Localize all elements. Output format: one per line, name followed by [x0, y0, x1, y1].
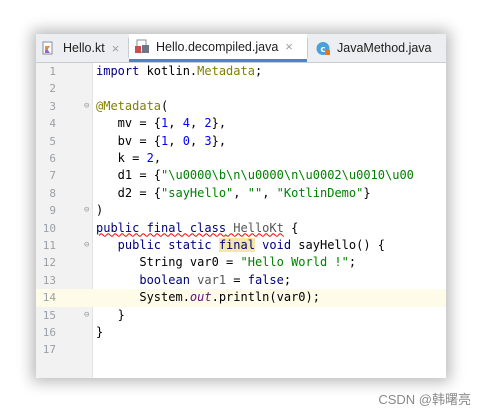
tab-divider: [307, 38, 308, 58]
line-number: 10: [42, 221, 56, 235]
code-line: 3 ⊖ @Metadata(: [36, 98, 446, 115]
line-number: 6: [49, 152, 56, 165]
line-number: 2: [49, 82, 56, 96]
fold-marker-icon[interactable]: ⊖: [84, 310, 91, 320]
line-number: 4: [49, 117, 56, 131]
code-line: 12 String var0 = "Hello World !";: [36, 254, 446, 271]
code-line: 2: [36, 80, 446, 97]
code-line: 17: [36, 341, 446, 358]
line-number: 11: [42, 239, 56, 252]
code-line: 9 ⊖ ): [36, 202, 446, 219]
code-line: 16 }: [36, 324, 446, 341]
code-line: 13 boolean var1 = false;: [36, 272, 446, 289]
line-number: 8: [49, 186, 56, 200]
svg-text:c: c: [320, 45, 325, 55]
code-line-current: 14 System.out.println(var0);: [36, 289, 446, 307]
code-line: 15 ⊖ }: [36, 307, 446, 324]
line-number: 1: [49, 65, 56, 78]
code-line: 4 mv = {1, 4, 2},: [36, 115, 446, 132]
code-line: 6 k = 2,: [36, 150, 446, 167]
code-line: 11 ⊖ public static final void sayHello()…: [36, 237, 446, 254]
line-number: 15: [42, 308, 56, 322]
line-number: 16: [42, 326, 56, 339]
line-number: 9: [49, 204, 56, 218]
tab-label: Hello.kt: [63, 41, 105, 55]
code-line: 5 bv = {1, 0, 3},: [36, 133, 446, 150]
java-class-icon: c: [316, 41, 331, 56]
line-number: 14: [42, 291, 56, 305]
code-line: 1 import kotlin.Metadata;: [36, 63, 446, 80]
line-number: 7: [49, 169, 56, 183]
code-editor[interactable]: 1 import kotlin.Metadata; 2 3 ⊖ @Metadat…: [36, 63, 446, 378]
code-line: 8 d2 = {"sayHello", "", "KotlinDemo"}: [36, 185, 446, 202]
editor-tab-bar: Hello.kt × Hello.decompiled.java × c Jav…: [36, 34, 446, 63]
line-number: 13: [42, 273, 56, 287]
code-line: 10 public final class HelloKt {: [36, 220, 446, 237]
ide-window: Hello.kt × Hello.decompiled.java × c Jav…: [36, 34, 446, 378]
fold-marker-icon[interactable]: ⊖: [84, 206, 91, 215]
fold-marker-icon[interactable]: ⊖: [84, 101, 91, 111]
java-decompiled-file-icon: [135, 39, 150, 54]
code-line: 7 d1 = {"\u0000\b\n\u0000\n\u0002\u0010\…: [36, 167, 446, 184]
tab-hello-decompiled-java[interactable]: Hello.decompiled.java ×: [129, 34, 307, 62]
line-number: 12: [42, 256, 56, 270]
line-number: 3: [49, 99, 56, 113]
tab-java-method-java[interactable]: c JavaMethod.java: [310, 34, 446, 62]
kotlin-file-icon: [42, 41, 57, 56]
tab-hello-kt[interactable]: Hello.kt ×: [36, 34, 128, 62]
line-number: 17: [42, 343, 56, 357]
close-icon[interactable]: ×: [112, 41, 120, 56]
close-icon[interactable]: ×: [285, 39, 293, 54]
tab-label: JavaMethod.java: [337, 41, 432, 55]
tab-label: Hello.decompiled.java: [156, 39, 279, 54]
fold-marker-icon[interactable]: ⊖: [84, 241, 91, 250]
line-number: 5: [49, 134, 56, 148]
watermark: CSDN @韩曙亮: [378, 392, 471, 407]
